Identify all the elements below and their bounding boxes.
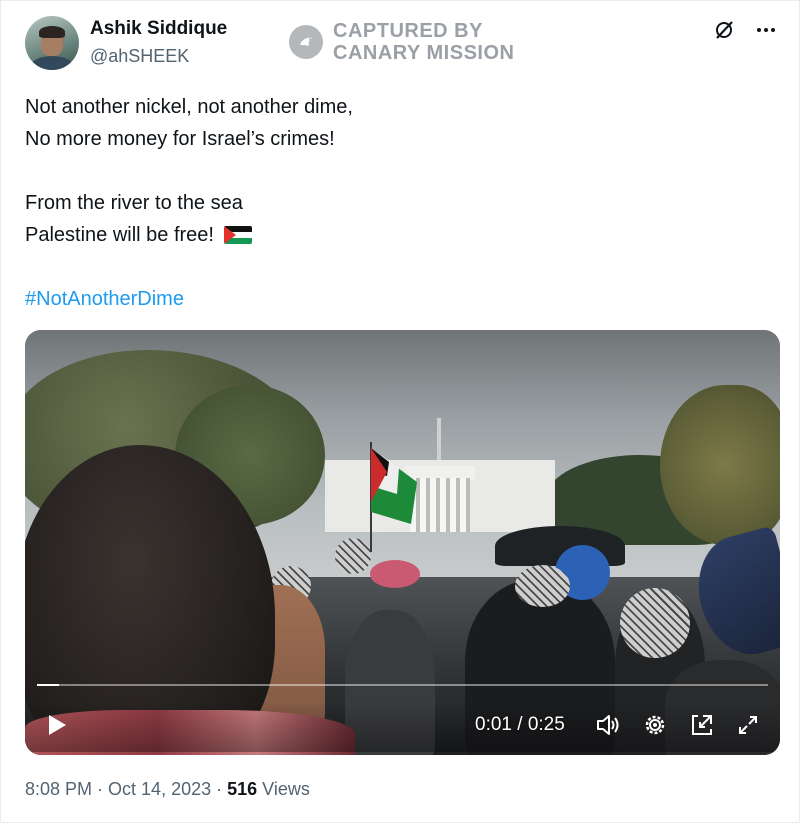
tweet-blank-line-2 — [25, 251, 765, 283]
avatar-shirt — [31, 56, 73, 70]
watermark-line-1: CAPTURED BY — [333, 20, 483, 42]
play-icon[interactable] — [43, 712, 69, 738]
author-handle[interactable]: @ahSHEEK — [90, 46, 189, 67]
views-label: Views — [257, 779, 310, 799]
more-options-icon[interactable] — [755, 19, 777, 41]
header-actions — [713, 19, 777, 41]
video-time: 0:01 / 0:25 — [475, 714, 565, 736]
tweet-line-1: Not another nickel, not another dime, — [25, 96, 353, 118]
tweet-line-5: Palestine will be free! — [25, 219, 765, 251]
video-palestine-flag — [370, 442, 417, 552]
video-duration: 0:25 — [527, 714, 565, 735]
video-monument — [437, 418, 441, 463]
meta-separator: · — [92, 779, 109, 799]
grok-icon[interactable] — [713, 19, 735, 41]
meta-separator: · — [211, 779, 228, 799]
tweet-meta: 8:08 PM · Oct 14, 2023 · 516 Views — [25, 779, 310, 800]
volume-icon[interactable] — [595, 712, 621, 738]
tweet-time[interactable]: 8:08 PM — [25, 779, 92, 799]
hashtag-link[interactable]: #NotAnotherDime — [25, 288, 184, 310]
video-progress-fill — [37, 684, 59, 686]
tweet-date[interactable]: Oct 14, 2023 — [108, 779, 211, 799]
video-current-time: 0:01 — [475, 714, 512, 735]
palestine-flag-emoji — [223, 226, 252, 244]
avatar-hair — [39, 26, 65, 38]
video-keffiyeh — [335, 538, 371, 574]
video-keffiyeh — [620, 588, 690, 658]
tweet-card: Ashik Siddique @ahSHEEK CAPTURED BY CANA… — [0, 0, 800, 823]
settings-gear-icon[interactable] — [642, 712, 668, 738]
video-progress-bar[interactable] — [37, 684, 768, 686]
watermark-line-2: CANARY MISSION — [333, 42, 515, 64]
video-building — [325, 460, 555, 532]
video-controls: 0:01 / 0:25 — [25, 702, 780, 752]
tweet-line-5-text: Palestine will be free! — [25, 224, 214, 246]
author-display-name[interactable]: Ashik Siddique — [90, 18, 227, 40]
tweet-line-2: No more money for Israel’s crimes! — [25, 128, 335, 150]
video-time-separator: / — [511, 714, 528, 735]
canary-logo-icon — [289, 25, 323, 59]
tweet-text: Not another nickel, not another dime, No… — [25, 91, 765, 315]
fullscreen-icon[interactable] — [735, 712, 761, 738]
video-player[interactable]: 0:01 / 0:25 — [25, 330, 780, 755]
canary-mission-watermark: CAPTURED BY CANARY MISSION — [289, 20, 514, 64]
video-tree-right — [660, 385, 780, 545]
watermark-text: CAPTURED BY CANARY MISSION — [333, 20, 514, 64]
views-count[interactable]: 516 — [227, 779, 257, 799]
avatar[interactable] — [25, 16, 79, 70]
video-person-pink-scarf — [370, 560, 420, 588]
video-keffiyeh — [515, 565, 570, 607]
tweet-line-4: From the river to the sea — [25, 192, 243, 214]
picture-in-picture-icon[interactable] — [689, 712, 715, 738]
